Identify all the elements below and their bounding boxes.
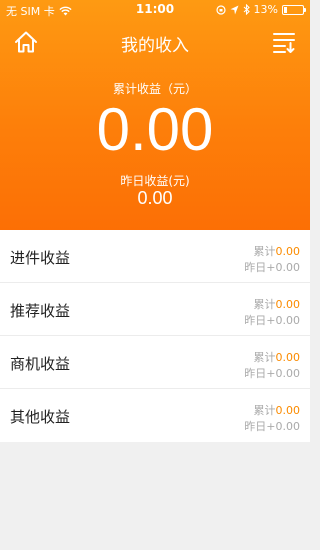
orientation-lock-icon	[215, 4, 226, 15]
home-button[interactable]	[12, 28, 40, 56]
list-menu-icon	[273, 33, 295, 53]
yesterday-amount: 昨日+0.00	[244, 420, 300, 433]
income-row-recommendation[interactable]: 推荐收益 累计0.00 昨日+0.00	[0, 283, 310, 336]
battery-percent: 13%	[253, 3, 278, 16]
income-type-label: 其他收益	[10, 408, 71, 426]
income-stats: 累计0.00 昨日+0.00	[244, 350, 300, 382]
total-prefix: 累计	[253, 351, 276, 364]
home-icon	[15, 31, 37, 53]
income-stats: 累计0.00 昨日+0.00	[244, 297, 300, 329]
income-row-business-opportunity[interactable]: 商机收益 累计0.00 昨日+0.00	[0, 336, 310, 389]
page-title: 我的收入	[121, 36, 189, 56]
income-row-other[interactable]: 其他收益 累计0.00 昨日+0.00	[0, 389, 310, 442]
total-income-label: 累计收益（元）	[112, 82, 197, 96]
total-amount: 0.00	[275, 404, 301, 417]
battery-icon	[282, 4, 306, 15]
total-income-value: 0.00	[96, 96, 214, 163]
income-header: 无 SIM 卡 11:00 13% 我的收入 累计收益（元） 0.00 昨日收益…	[0, 0, 310, 230]
yesterday-amount: 昨日+0.00	[244, 261, 300, 274]
total-prefix: 累计	[253, 298, 276, 311]
status-right: 13%	[215, 3, 306, 16]
yesterday-amount: 昨日+0.00	[244, 367, 300, 380]
income-row-referral-submission[interactable]: 进件收益 累计0.00 昨日+0.00	[0, 230, 310, 283]
yesterday-amount: 昨日+0.00	[244, 314, 300, 327]
nav-bar: 我的收入	[0, 20, 310, 64]
menu-button[interactable]	[270, 28, 298, 56]
income-type-label: 进件收益	[10, 249, 71, 267]
income-type-label: 商机收益	[10, 355, 71, 373]
yesterday-income-label: 昨日收益(元)	[120, 174, 190, 188]
location-icon	[230, 5, 239, 14]
total-amount: 0.00	[275, 298, 301, 311]
total-amount: 0.00	[275, 245, 301, 258]
total-amount: 0.00	[275, 351, 301, 364]
yesterday-income-value: 0.00	[137, 188, 173, 208]
bluetooth-icon	[243, 4, 250, 15]
income-stats: 累计0.00 昨日+0.00	[244, 244, 300, 276]
status-bar: 无 SIM 卡 11:00 13%	[0, 0, 310, 20]
income-type-label: 推荐收益	[10, 302, 71, 320]
total-prefix: 累计	[253, 404, 276, 417]
total-prefix: 累计	[253, 245, 276, 258]
income-stats: 累计0.00 昨日+0.00	[244, 403, 300, 435]
income-list: 进件收益 累计0.00 昨日+0.00 推荐收益 累计0.00 昨日+0.00 …	[0, 230, 310, 442]
